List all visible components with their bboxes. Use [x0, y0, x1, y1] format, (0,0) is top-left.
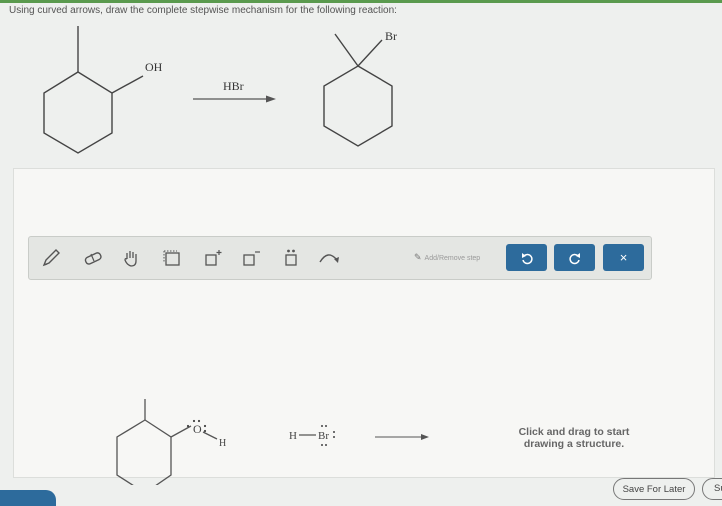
eraser-tool[interactable] — [81, 246, 105, 270]
positive-charge-tool[interactable] — [201, 246, 225, 270]
hand-tool[interactable] — [119, 246, 143, 270]
oh-label: OH — [145, 60, 163, 74]
alcohol-structure[interactable] — [116, 399, 218, 485]
redo-button[interactable] — [554, 244, 595, 271]
edit-icon: ✎ — [414, 252, 422, 262]
product-structure — [323, 33, 393, 147]
oxygen-atom[interactable]: O — [193, 422, 202, 436]
canvas-hint: Click and drag to start drawing a struct… — [518, 426, 630, 450]
submit-button[interactable]: Su — [702, 478, 722, 500]
templates-icon — [163, 250, 180, 266]
templates-tool[interactable] — [160, 246, 184, 270]
redo-icon — [568, 252, 580, 264]
save-for-later-button[interactable]: Save For Later — [613, 478, 695, 500]
negative-charge-icon — [243, 251, 260, 266]
reaction-scheme: OH HBr Br — [43, 26, 397, 154]
reagent-label: HBr — [223, 79, 244, 93]
curved-arrow-icon — [319, 254, 339, 263]
hbr-hydrogen[interactable]: H — [289, 430, 297, 442]
hydrogen-atom[interactable]: H — [219, 438, 226, 449]
eraser-icon — [84, 252, 102, 265]
lone-pair-tool[interactable] — [279, 246, 303, 270]
check-button[interactable] — [0, 490, 56, 506]
question-text: Using curved arrows, draw the complete s… — [9, 5, 397, 16]
negative-charge-tool[interactable] — [239, 246, 263, 270]
pencil-tool[interactable] — [39, 246, 63, 270]
reaction-arrow — [193, 95, 276, 103]
reactant-structure — [43, 26, 144, 154]
lone-pair-icon — [285, 249, 297, 266]
undo-button[interactable] — [506, 244, 547, 271]
close-icon: × — [619, 250, 628, 265]
br-label: Br — [385, 29, 397, 43]
curved-arrow-tool[interactable] — [317, 246, 341, 270]
drawing-toolbar: ✎ Add/Remove step × — [28, 236, 652, 280]
add-remove-step-label: Add/Remove step — [424, 255, 481, 262]
undo-icon — [521, 252, 533, 264]
close-button[interactable]: × — [603, 244, 644, 271]
canvas-reaction-arrow — [375, 434, 429, 440]
add-remove-step-button[interactable]: ✎ Add/Remove step — [414, 252, 480, 263]
top-accent-bar — [0, 0, 722, 3]
positive-charge-icon — [205, 250, 222, 266]
hand-icon — [124, 251, 137, 267]
hbr-bromine[interactable]: Br — [318, 430, 329, 442]
pencil-icon — [42, 249, 60, 267]
